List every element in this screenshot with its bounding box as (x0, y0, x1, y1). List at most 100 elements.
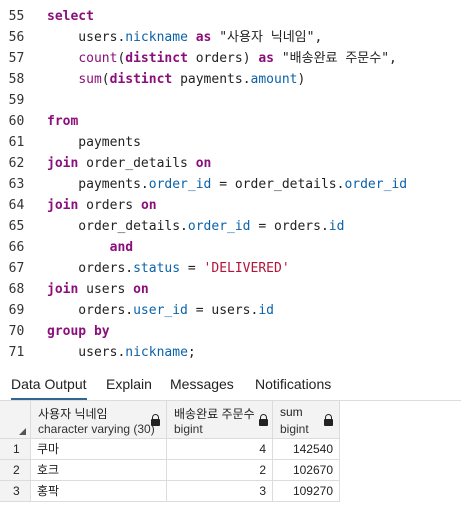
code-text: join orders on (47, 195, 157, 216)
line-number: 57 (8, 51, 25, 66)
code-line[interactable]: 69 orders.user_id = users.id (0, 300, 461, 321)
code-token: = order_details. (211, 177, 345, 192)
tab-data-output[interactable]: Data Output (11, 368, 87, 400)
code-text: from (47, 111, 78, 132)
code-line[interactable]: 63 payments.order_id = order_details.ord… (0, 174, 461, 195)
code-line[interactable]: 56 users.nickname as "사용자 닉네임", (0, 27, 461, 48)
table-cell[interactable]: 3 (167, 481, 273, 502)
code-text: and (47, 237, 133, 258)
line-number: 63 (8, 177, 25, 192)
code-line[interactable]: 59 (0, 90, 461, 111)
code-line[interactable]: 57 count(distinct orders) as "배송완료 주문수", (0, 48, 461, 69)
code-line[interactable]: 68 join users on (0, 279, 461, 300)
tab-notifications[interactable]: Notifications (255, 368, 331, 400)
code-token: users (78, 282, 134, 297)
line-number: 64 (8, 198, 25, 213)
code-token: join (47, 198, 79, 213)
code-token: users. (47, 345, 126, 360)
line-number: 55 (8, 9, 25, 24)
line-number: 62 (8, 156, 25, 171)
code-token: 'DELIVERED' (203, 261, 290, 276)
code-token: order_id (344, 177, 408, 192)
code-line[interactable]: 67 orders.status = 'DELIVERED' (0, 258, 461, 279)
code-token: join (47, 156, 79, 171)
code-token: and (109, 240, 134, 255)
lock-icon (259, 414, 268, 426)
result-tabs: Data Output Explain Messages Notificatio… (0, 368, 461, 401)
table-cell[interactable]: 쿠마 (31, 439, 167, 460)
code-token: as (258, 51, 275, 66)
code-token: id (328, 219, 345, 234)
code-text: users.nickname; (47, 342, 196, 363)
code-text: group by (47, 321, 110, 342)
table-cell[interactable]: 홍팍 (31, 481, 167, 502)
column-header-sum[interactable]: sum bigint (273, 401, 340, 439)
row-number[interactable]: 1 (0, 439, 31, 460)
code-token: order_id (187, 219, 251, 234)
code-token: order_id (148, 177, 212, 192)
code-line[interactable]: 70 group by (0, 321, 461, 342)
code-token: on (195, 156, 212, 171)
code-token: ( (101, 72, 110, 87)
code-token: distinct (109, 72, 173, 87)
code-line[interactable]: 61 payments (0, 132, 461, 153)
code-line[interactable]: 65 order_details.order_id = orders.id (0, 216, 461, 237)
line-number: 61 (8, 135, 25, 150)
code-token: ; (187, 345, 196, 360)
code-token: orders (78, 198, 141, 213)
code-text: orders.status = 'DELIVERED' (47, 258, 290, 279)
code-token: "사용자 닉네임", (211, 30, 323, 45)
column-header-delivered-count[interactable]: 배송완료 주문수 bigint (167, 401, 273, 439)
code-line[interactable]: 64 join orders on (0, 195, 461, 216)
code-token: id (258, 303, 274, 318)
code-line[interactable]: 60 from (0, 111, 461, 132)
code-token: from (47, 114, 79, 129)
code-token: orders) (187, 51, 259, 66)
code-token: orders. (47, 303, 134, 318)
row-number[interactable]: 3 (0, 481, 31, 502)
code-text: order_details.order_id = orders.id (47, 216, 344, 237)
code-line[interactable]: 62 join order_details on (0, 153, 461, 174)
code-text: count(distinct orders) as "배송완료 주문수", (47, 48, 397, 69)
table-cell[interactable]: 4 (167, 439, 273, 460)
grid-corner[interactable] (0, 401, 31, 439)
code-token: amount (250, 72, 298, 87)
code-token: ) (297, 72, 306, 87)
line-number: 58 (8, 72, 25, 87)
code-token: order_details. (47, 219, 188, 234)
code-token: nickname (125, 345, 188, 360)
column-type: bigint (280, 422, 309, 436)
table-cell[interactable]: 2 (167, 460, 273, 481)
line-number: 65 (8, 219, 25, 234)
code-line[interactable]: 71 users.nickname; (0, 342, 461, 363)
code-token: select (47, 9, 94, 24)
sql-editor[interactable]: 55 select 56 users.nickname as "사용자 닉네임", 5… (0, 0, 461, 367)
code-token: users. (47, 30, 126, 45)
code-token: order_details (78, 156, 196, 171)
code-line[interactable]: 58 sum(distinct payments.amount) (0, 69, 461, 90)
table-cell[interactable]: 102670 (273, 460, 340, 481)
code-token: = users. (187, 303, 259, 318)
table-cell[interactable]: 호크 (31, 460, 167, 481)
code-token: on (133, 282, 149, 297)
table-cell[interactable]: 142540 (273, 439, 340, 460)
code-line[interactable]: 55 select (0, 6, 461, 27)
code-token: as (195, 30, 212, 45)
line-number: 68 (8, 282, 25, 297)
table-cell[interactable]: 109270 (273, 481, 340, 502)
column-name: 사용자 닉네임 (38, 407, 108, 421)
code-text: sum(distinct payments.amount) (47, 69, 305, 90)
column-type: character varying (30) (38, 422, 155, 436)
code-line[interactable]: 66 and (0, 237, 461, 258)
code-text: join users on (47, 279, 149, 300)
tab-explain[interactable]: Explain (106, 368, 152, 400)
column-header-nickname[interactable]: 사용자 닉네임 character varying (30) (31, 401, 167, 439)
row-number[interactable]: 2 (0, 460, 31, 481)
code-token: = orders. (250, 219, 329, 234)
tab-messages[interactable]: Messages (170, 368, 234, 400)
line-number: 69 (8, 303, 25, 318)
